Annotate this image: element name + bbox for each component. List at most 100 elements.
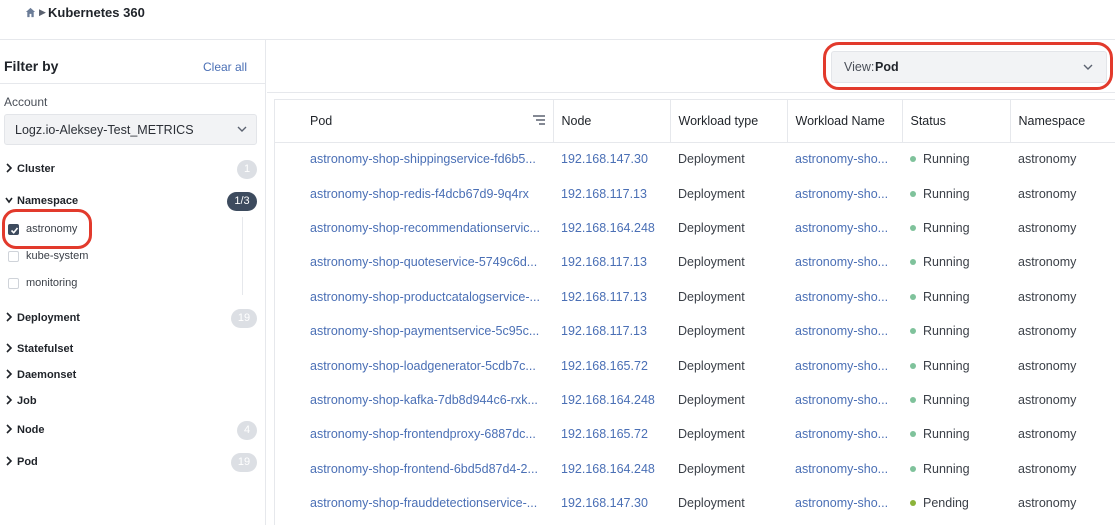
facet-node[interactable]: Node 4: [0, 421, 262, 443]
pod-name-link[interactable]: astronomy-shop-redis-f4dcb67d9-9q4rx: [275, 176, 553, 210]
pod-name-link[interactable]: astronomy-shop-frauddetectionservice-...: [275, 486, 553, 520]
workload-name-link[interactable]: astronomy-sho...: [787, 486, 902, 520]
account-label: Account: [4, 95, 48, 109]
namespace-option-label: astronomy: [26, 223, 78, 235]
column-header-workload-name[interactable]: Workload Name: [787, 100, 903, 143]
sort-icon[interactable]: [532, 114, 546, 126]
table-header-row: Pod Node Workload type Workload Name Sta…: [275, 100, 1115, 143]
namespace-scrollbar[interactable]: [242, 217, 256, 295]
facet-label: Job: [17, 395, 37, 407]
facet-statefulset[interactable]: Statefulset: [0, 340, 262, 362]
node-link[interactable]: 192.168.164.248: [553, 383, 670, 417]
node-link[interactable]: 192.168.117.13: [553, 280, 670, 314]
chevron-right-icon: [6, 163, 13, 173]
pod-name-link[interactable]: astronomy-shop-paymentservice-5c95c...: [275, 314, 553, 348]
table-row[interactable]: astronomy-shop-productcatalogservice-...…: [275, 280, 1115, 314]
column-header-status[interactable]: Status: [902, 100, 1011, 143]
table-row[interactable]: astronomy-shop-frauddetectionservice-...…: [275, 486, 1115, 520]
namespace-cell: astronomy: [1018, 324, 1077, 339]
status-dot-icon: [910, 156, 916, 163]
workload-name-link[interactable]: astronomy-sho...: [787, 383, 902, 417]
workload-name-link[interactable]: astronomy-sho...: [787, 452, 902, 486]
view-select[interactable]: View: Pod: [831, 51, 1107, 83]
node-link[interactable]: 192.168.164.248: [553, 452, 670, 486]
workload-type-cell: Deployment: [678, 289, 745, 304]
status-dot-icon: [910, 224, 916, 231]
table-row[interactable]: astronomy-shop-quoteservice-5749c6d... 19…: [275, 245, 1115, 279]
table-row[interactable]: astronomy-shop-frontendproxy-6887dc... 19…: [275, 417, 1115, 451]
facet-namespace[interactable]: Namespace 1/3: [0, 192, 262, 214]
checkbox[interactable]: [8, 278, 19, 289]
node-link[interactable]: 192.168.117.13: [553, 314, 670, 348]
table-row[interactable]: astronomy-shop-loadgenerator-5cdb7c... 19…: [275, 348, 1115, 382]
workload-name-link[interactable]: astronomy-sho...: [787, 211, 902, 245]
table-row[interactable]: astronomy-shop-kafka-7db8d944c6-rxk... 19…: [275, 383, 1115, 417]
filter-sidebar: Filter by Clear all Account Logz.io-Alek…: [0, 40, 266, 525]
count-badge: 1: [237, 160, 257, 179]
node-link[interactable]: 192.168.147.30: [553, 142, 670, 176]
table-row[interactable]: astronomy-shop-paymentservice-5c95c... 19…: [275, 314, 1115, 348]
check-icon: [10, 227, 19, 234]
node-link[interactable]: 192.168.165.72: [553, 348, 670, 382]
column-header-pod[interactable]: Pod: [275, 100, 554, 143]
count-badge: 19: [231, 309, 257, 328]
column-header-node[interactable]: Node: [553, 100, 671, 143]
pod-name-link[interactable]: astronomy-shop-kafka-7db8d944c6-rxk...: [275, 383, 553, 417]
pod-name-link[interactable]: astronomy-shop-shippingservice-fd6b5...: [275, 142, 553, 176]
node-link[interactable]: 192.168.117.13: [553, 245, 670, 279]
workload-name-link[interactable]: astronomy-sho...: [787, 417, 902, 451]
namespace-cell: astronomy: [1018, 255, 1077, 270]
status-dot-icon: [910, 259, 916, 266]
status-label: Running: [923, 358, 970, 373]
node-link[interactable]: 192.168.164.248: [553, 211, 670, 245]
pod-name-link[interactable]: astronomy-shop-recommendationservic...: [275, 211, 553, 245]
top-bar: ▶ Kubernetes 360: [0, 0, 1115, 40]
status-label: Running: [923, 324, 970, 339]
status-dot-icon: [910, 328, 916, 335]
node-link[interactable]: 192.168.117.13: [553, 176, 670, 210]
checkbox-checked[interactable]: [8, 224, 19, 235]
facet-label: Namespace: [17, 195, 79, 207]
clear-all-button[interactable]: Clear all: [203, 60, 247, 74]
home-icon[interactable]: [25, 7, 36, 18]
pod-name-link[interactable]: astronomy-shop-frontend-6bd5d87d4-2...: [275, 452, 553, 486]
node-link[interactable]: 192.168.165.72: [553, 417, 670, 451]
table-row[interactable]: astronomy-shop-recommendationservic... 19…: [275, 211, 1115, 245]
table-row[interactable]: astronomy-shop-frontend-6bd5d87d4-2... 19…: [275, 452, 1115, 486]
column-header-workload-type[interactable]: Workload type: [670, 100, 788, 143]
column-label: Workload type: [678, 113, 759, 128]
workload-name-link[interactable]: astronomy-sho...: [787, 245, 902, 279]
workload-type-cell: Deployment: [678, 255, 745, 270]
table-row[interactable]: astronomy-shop-redis-f4dcb67d9-9q4rx 192.…: [275, 176, 1115, 210]
workload-name-link[interactable]: astronomy-sho...: [787, 176, 902, 210]
facet-pod[interactable]: Pod 19: [0, 453, 262, 475]
facet-label: Pod: [17, 456, 38, 468]
workload-name-link[interactable]: astronomy-sho...: [787, 348, 902, 382]
workload-name-link[interactable]: astronomy-sho...: [787, 280, 902, 314]
pods-table-grid: Pod Node Workload type Workload Name Sta…: [275, 100, 1115, 520]
table-row[interactable]: astronomy-shop-shippingservice-fd6b5... 1…: [275, 142, 1115, 176]
node-link[interactable]: 192.168.147.30: [553, 486, 670, 520]
chevron-right-icon: ▶: [39, 7, 46, 17]
pod-name-link[interactable]: astronomy-shop-productcatalogservice-...: [275, 280, 553, 314]
status-cell: Running: [902, 245, 1010, 279]
facet-daemonset[interactable]: Daemonset: [0, 366, 262, 388]
facet-job[interactable]: Job: [0, 392, 262, 414]
pod-name-link[interactable]: astronomy-shop-frontendproxy-6887dc...: [275, 417, 553, 451]
namespace-cell: astronomy: [1018, 358, 1077, 373]
view-value: Pod: [875, 60, 899, 74]
column-label: Workload Name: [795, 113, 885, 128]
facet-cluster[interactable]: Cluster 1: [0, 160, 262, 182]
status-dot-icon: [910, 190, 916, 197]
column-label: Namespace: [1018, 113, 1086, 128]
pod-name-link[interactable]: astronomy-shop-quoteservice-5749c6d...: [275, 245, 553, 279]
chevron-right-icon: [6, 369, 13, 379]
pod-name-link[interactable]: astronomy-shop-loadgenerator-5cdb7c...: [275, 348, 553, 382]
main-panel: View: Pod Pod Node Workload type Workloa…: [267, 40, 1115, 525]
column-header-namespace[interactable]: Namespace: [1010, 100, 1115, 143]
workload-name-link[interactable]: astronomy-sho...: [787, 314, 902, 348]
workload-name-link[interactable]: astronomy-sho...: [787, 142, 902, 176]
account-select[interactable]: Logz.io-Aleksey-Test_METRICS: [4, 114, 257, 145]
facet-deployment[interactable]: Deployment 19: [0, 309, 262, 331]
checkbox[interactable]: [8, 251, 19, 262]
